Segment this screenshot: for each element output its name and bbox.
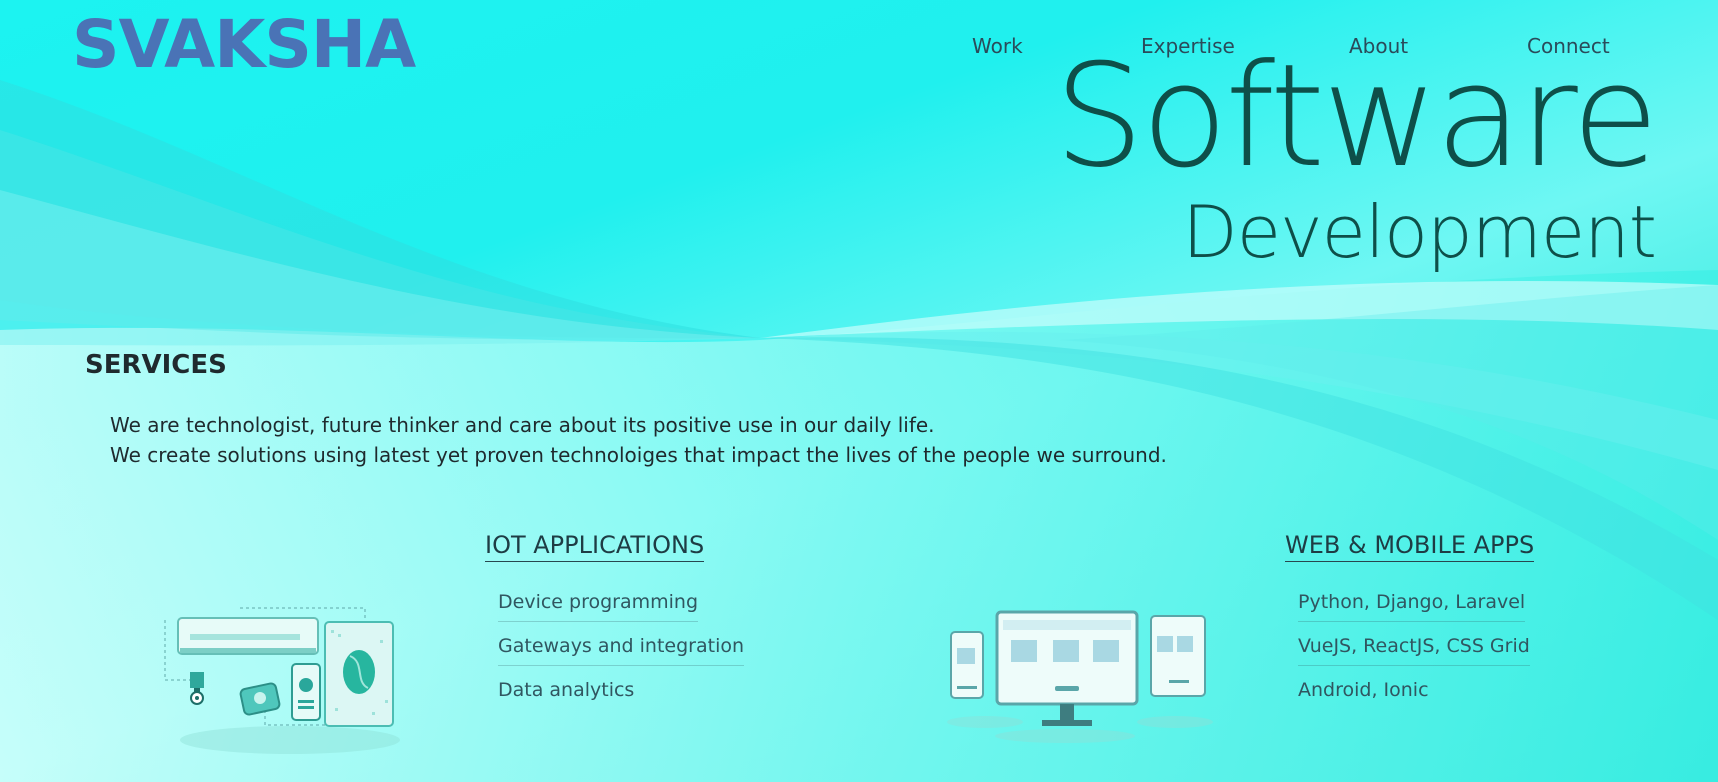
list-item: Python, Django, Laravel: [1298, 583, 1530, 627]
web-item-android-ionic: Android, Ionic: [1298, 679, 1429, 701]
iot-applications-list: Device programming Gateways and integrat…: [498, 583, 745, 715]
list-item: Gateways and integration: [498, 627, 745, 671]
services-title: SERVICES: [85, 350, 227, 380]
web-item-python-django-laravel: Python, Django, Laravel: [1298, 585, 1526, 622]
services-description: We are technologist, future thinker and …: [110, 410, 1167, 470]
list-item: Device programming: [498, 583, 744, 627]
list-item: VueJS, ReactJS, CSS Grid: [1298, 627, 1530, 671]
web-mobile-apps-heading: WEB & MOBILE APPS: [1285, 531, 1535, 562]
hero-title: Software: [1054, 34, 1659, 199]
nav-work-link[interactable]: Work: [972, 34, 1023, 58]
iot-applications-heading: IOT APPLICATIONS: [485, 531, 705, 562]
services-description-line-2: We create solutions using latest yet pro…: [110, 443, 1167, 467]
hero-subtitle: Development: [1182, 190, 1657, 274]
iot-item-gateways: Gateways and integration: [498, 629, 745, 666]
web-item-vue-react-css: VueJS, ReactJS, CSS Grid: [1298, 629, 1530, 666]
iot-illustration: [150, 590, 410, 760]
list-item: Data analytics: [498, 671, 744, 715]
web-mobile-apps-list: Python, Django, Laravel VueJS, ReactJS, …: [1298, 583, 1530, 715]
iot-item-device-programming: Device programming: [498, 585, 699, 622]
web-mobile-illustration: [945, 608, 1215, 748]
list-item: Android, Ionic: [1298, 671, 1530, 715]
services-description-line-1: We are technologist, future thinker and …: [110, 413, 935, 437]
iot-item-data-analytics: Data analytics: [498, 679, 635, 701]
